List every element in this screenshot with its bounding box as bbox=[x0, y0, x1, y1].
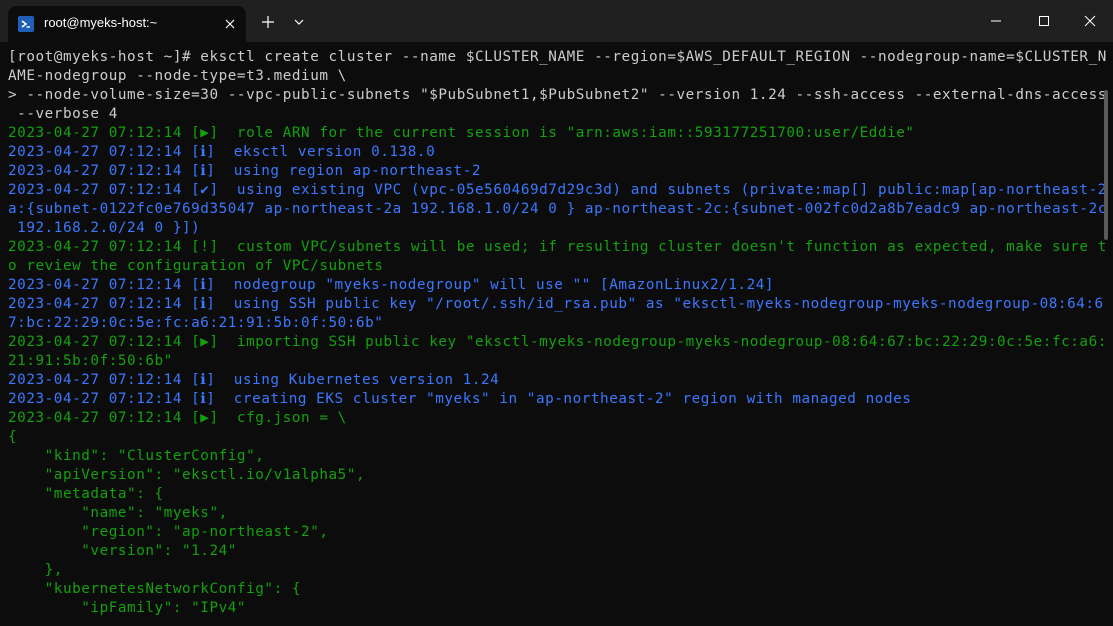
close-window-button[interactable] bbox=[1078, 10, 1102, 32]
terminal-line: --verbose 4 bbox=[8, 106, 118, 122]
terminal-line: "kubernetesNetworkConfig": { bbox=[8, 581, 302, 597]
terminal-line: 2023-04-27 07:12:14 [▶] role ARN for the… bbox=[8, 125, 915, 141]
terminal-line: "ipFamily": "IPv4" bbox=[8, 600, 247, 616]
terminal-line: 2023-04-27 07:12:14 [ℹ] creating EKS clu… bbox=[8, 391, 912, 407]
terminal-line: 2023-04-27 07:12:14 [ℹ] eksctl version 0… bbox=[8, 144, 436, 160]
terminal-line: > --node-volume-size=30 --vpc-public-sub… bbox=[8, 87, 1107, 103]
terminal-line: 21:91:5b:0f:50:6b" bbox=[8, 353, 173, 369]
terminal-line: a:{subnet-0122fc0e769d35047 ap-northeast… bbox=[8, 201, 1107, 217]
terminal-line: 2023-04-27 07:12:14 [ℹ] using region ap-… bbox=[8, 163, 482, 179]
terminal-output[interactable]: [root@myeks-host ~]# eksctl create clust… bbox=[0, 42, 1113, 626]
maximize-icon bbox=[1039, 16, 1049, 26]
powershell-terminal-icon bbox=[18, 16, 34, 32]
terminal-line: AME-nodegroup --node-type=t3.medium \ bbox=[8, 68, 347, 84]
terminal-line: "version": "1.24" bbox=[8, 543, 237, 559]
close-icon bbox=[225, 19, 235, 29]
tab-dropdown-button[interactable] bbox=[290, 12, 308, 32]
minimize-icon bbox=[991, 20, 1001, 22]
minimize-button[interactable] bbox=[984, 10, 1008, 32]
tab-title: root@myeks-host:~ bbox=[44, 15, 158, 30]
terminal-line: [root@myeks-host ~]# eksctl create clust… bbox=[8, 49, 1107, 65]
terminal-line: "kind": "ClusterConfig", bbox=[8, 448, 265, 464]
title-bar: root@myeks-host:~ bbox=[0, 0, 1113, 42]
terminal-line: 2023-04-27 07:12:14 [!] custom VPC/subne… bbox=[8, 239, 1107, 255]
terminal-line: "name": "myeks", bbox=[8, 505, 228, 521]
close-icon bbox=[1084, 15, 1096, 27]
terminal-line: 2023-04-27 07:12:14 [ℹ] using SSH public… bbox=[8, 296, 1104, 312]
terminal-line: 7:bc:22:29:0c:5e:fc:a6:21:91:5b:0f:50:6b… bbox=[8, 315, 384, 331]
terminal-line: 192.168.2.0/24 0 }]) bbox=[8, 220, 201, 236]
terminal-line: o review the configuration of VPC/subnet… bbox=[8, 258, 384, 274]
chevron-down-icon bbox=[294, 19, 304, 25]
terminal-line: 2023-04-27 07:12:14 [✔] using existing V… bbox=[8, 182, 1107, 198]
terminal-tab[interactable]: root@myeks-host:~ bbox=[8, 6, 246, 42]
terminal-line: "apiVersion": "eksctl.io/v1alpha5", bbox=[8, 467, 366, 483]
maximize-button[interactable] bbox=[1032, 10, 1056, 32]
terminal-line: 2023-04-27 07:12:14 [ℹ] nodegroup "myeks… bbox=[8, 277, 775, 293]
terminal-line: 2023-04-27 07:12:14 [▶] importing SSH pu… bbox=[8, 334, 1107, 350]
terminal-line: { bbox=[8, 429, 18, 445]
terminal-line: "region": "ap-northeast-2", bbox=[8, 524, 329, 540]
terminal-lines: [root@myeks-host ~]# eksctl create clust… bbox=[8, 48, 1107, 618]
terminal-line: "metadata": { bbox=[8, 486, 164, 502]
terminal-line: 2023-04-27 07:12:14 [▶] cfg.json = \ bbox=[8, 410, 347, 426]
close-tab-button[interactable] bbox=[220, 14, 240, 34]
scrollbar-thumb[interactable] bbox=[1104, 90, 1108, 240]
plus-icon bbox=[262, 16, 274, 28]
terminal-line: }, bbox=[8, 562, 63, 578]
terminal-line: 2023-04-27 07:12:14 [ℹ] using Kubernetes… bbox=[8, 372, 500, 388]
new-tab-button[interactable] bbox=[258, 12, 278, 32]
